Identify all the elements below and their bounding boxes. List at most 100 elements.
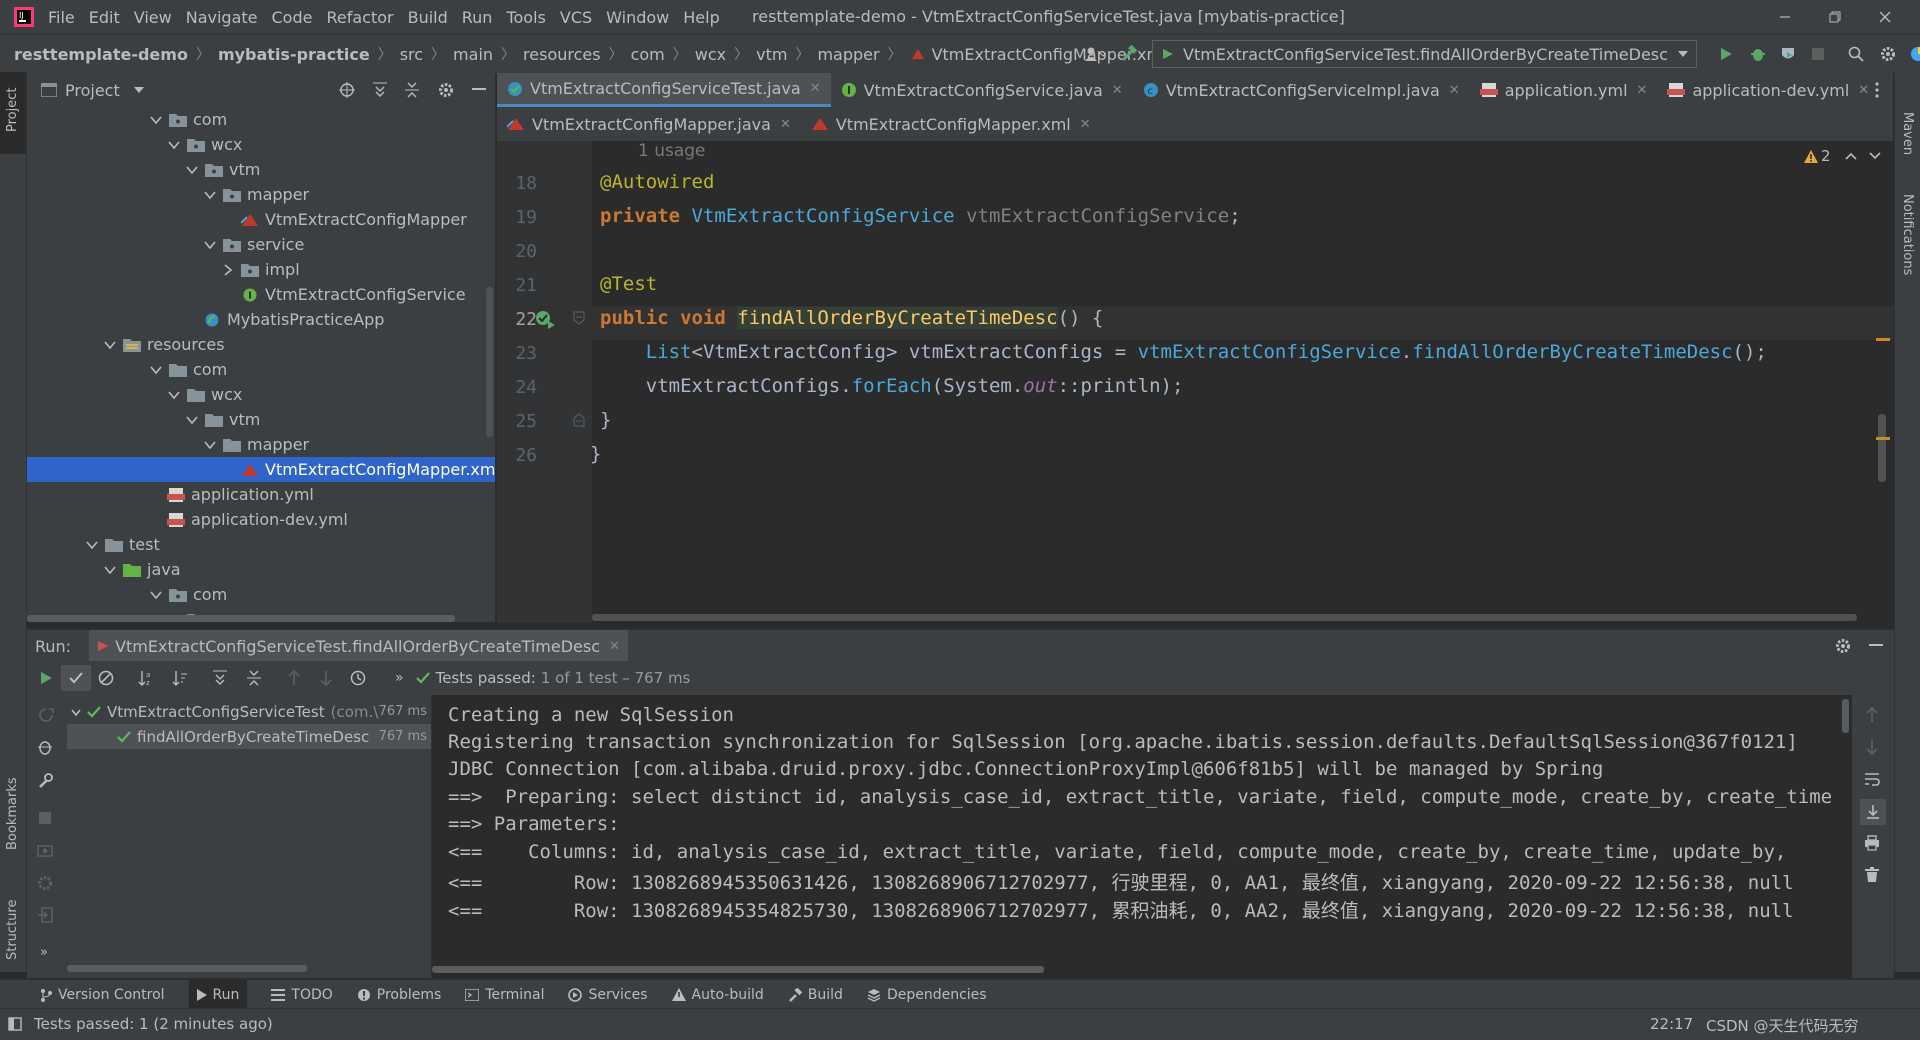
console-horizontal-scrollbar[interactable] [432, 966, 1044, 973]
project-view-dropdown-icon[interactable] [133, 86, 144, 94]
menu-edit[interactable]: Edit [89, 8, 120, 27]
chevron-down-icon[interactable] [103, 563, 117, 577]
breadcrumb-mapper[interactable]: mapper [817, 45, 879, 64]
tree-horizontal-scrollbar[interactable] [67, 965, 307, 972]
breadcrumb-project[interactable]: resttemplate-demo [14, 45, 188, 64]
tree-node-vtm[interactable]: vtm [27, 157, 495, 182]
toolwindow-run[interactable]: Run [188, 980, 248, 1009]
breadcrumb-resources[interactable]: resources [523, 45, 601, 64]
jetbrains-toolbox-icon[interactable] [1903, 46, 1920, 62]
console-vertical-scrollbar[interactable] [1842, 699, 1849, 733]
run-icon[interactable] [1709, 46, 1743, 62]
tree-node-app[interactable]: MybatisPracticeApp [27, 307, 495, 332]
menu-navigate[interactable]: Navigate [186, 8, 258, 27]
tree-node-mapper[interactable]: mapper [27, 182, 495, 207]
toggle-auto-test-icon[interactable] [37, 707, 55, 723]
chevron-down-icon[interactable] [149, 363, 163, 377]
close-tab-icon[interactable]: ✕ [780, 117, 791, 132]
tree-node-com-test[interactable]: com [27, 582, 495, 607]
chevron-down-icon[interactable] [149, 113, 163, 127]
tree-node-application-yml[interactable]: application.yml [27, 482, 495, 507]
tree-node-test[interactable]: test [27, 532, 495, 557]
collapse-all-icon[interactable] [237, 670, 271, 686]
restore-icon[interactable] [1810, 11, 1860, 23]
tree-node-mapper-res[interactable]: mapper [27, 432, 495, 457]
tree-node-com-res[interactable]: com [27, 357, 495, 382]
tab-service-test[interactable]: VtmExtractConfigServiceTest.java ✕ [497, 73, 831, 107]
more-tabs-icon[interactable] [1875, 82, 1879, 98]
wrench-icon[interactable] [37, 773, 53, 789]
tab-application-dev-yml[interactable]: application-dev.yml ✕ [1657, 73, 1879, 107]
fold-end-icon[interactable] [573, 413, 585, 427]
chevron-down-icon[interactable] [1868, 152, 1881, 160]
user-icon[interactable] [1078, 46, 1112, 62]
tree-node-impl[interactable]: impl [27, 257, 495, 282]
maven-tool-tab[interactable]: Maven [1900, 112, 1915, 155]
test-class-node[interactable]: VtmExtractConfigServiceTest (com.\ 767 m… [67, 699, 431, 724]
build-hammer-icon[interactable] [1112, 45, 1146, 63]
tree-node-resources[interactable]: resources [27, 332, 495, 357]
chevron-right-icon[interactable] [221, 263, 235, 277]
debug-icon[interactable] [37, 739, 53, 755]
menu-tools[interactable]: Tools [506, 8, 545, 27]
tree-node-wcx-res[interactable]: wcx [27, 382, 495, 407]
chevron-down-icon[interactable] [167, 138, 181, 152]
tree-node-wcx[interactable]: wcx [27, 132, 495, 157]
warning-stripe-marker[interactable] [1876, 437, 1890, 440]
menu-help[interactable]: Help [683, 8, 719, 27]
stop-icon[interactable] [38, 811, 52, 825]
chevron-down-icon[interactable] [103, 338, 117, 352]
tree-node-com[interactable]: com [27, 107, 495, 132]
chevron-down-icon[interactable] [185, 163, 199, 177]
status-message[interactable]: Tests passed: 1 (2 minutes ago) [34, 1015, 273, 1033]
close-tab-icon[interactable]: ✕ [1858, 83, 1869, 98]
settings-gear-icon[interactable] [1873, 46, 1903, 62]
tree-node-mapper-xml[interactable]: VtmExtractConfigMapper.xm [27, 457, 495, 482]
show-ignored-icon[interactable] [91, 670, 121, 686]
run-tab[interactable]: VtmExtractConfigServiceTest.findAllOrder… [89, 630, 628, 662]
expand-all-icon[interactable] [203, 670, 237, 686]
menu-build[interactable]: Build [408, 8, 448, 27]
tab-service-impl[interactable]: c VtmExtractConfigServiceImpl.java ✕ [1133, 73, 1470, 107]
chevron-down-icon[interactable] [203, 238, 217, 252]
menu-refactor[interactable]: Refactor [326, 8, 393, 27]
collapse-all-icon[interactable] [396, 82, 428, 98]
arrow-up-icon[interactable] [1865, 707, 1879, 723]
menu-window[interactable]: Window [606, 8, 669, 27]
tree-vertical-scrollbar[interactable] [486, 287, 493, 437]
soft-wrap-icon[interactable] [1864, 771, 1880, 787]
notifications-tool-tab[interactable]: Notifications [1900, 194, 1915, 275]
menu-view[interactable]: View [134, 8, 172, 27]
breadcrumb-main[interactable]: main [453, 45, 493, 64]
more-actions-icon[interactable]: » [395, 670, 404, 686]
warning-stripe-marker[interactable] [1876, 338, 1890, 341]
editor-vertical-scrollbar[interactable] [1878, 414, 1886, 482]
debug-icon[interactable] [1743, 46, 1773, 62]
chevron-down-icon[interactable] [70, 706, 82, 718]
close-tab-icon[interactable]: ✕ [1080, 117, 1091, 132]
run-config-selector[interactable]: VtmExtractConfigServiceTest.findAllOrder… [1152, 40, 1697, 68]
history-clock-icon[interactable] [341, 670, 375, 686]
menu-run[interactable]: Run [462, 8, 493, 27]
arrow-up-icon[interactable] [277, 670, 311, 686]
run-settings-gear-icon[interactable] [1835, 638, 1851, 654]
toolwindow-version-control[interactable]: Version Control [40, 987, 165, 1003]
breadcrumb-module[interactable]: mybatis-practice [218, 45, 370, 64]
trash-icon[interactable] [1865, 867, 1879, 883]
print-icon[interactable] [1864, 835, 1880, 851]
structure-tool-tab[interactable]: Structure [5, 900, 20, 960]
fold-icon[interactable] [573, 311, 585, 325]
project-settings-gear-icon[interactable] [428, 82, 464, 98]
tree-node-java[interactable]: java [27, 557, 495, 582]
toolwindow-build[interactable]: Build [788, 987, 843, 1003]
chevron-down-icon[interactable] [167, 388, 181, 402]
toolwindow-auto-build[interactable]: Auto-build [671, 987, 764, 1003]
usage-hint[interactable]: 1 usage [638, 141, 706, 161]
exit-icon[interactable] [37, 907, 53, 923]
locate-target-icon[interactable] [330, 82, 364, 98]
editor-horizontal-scrollbar[interactable] [592, 614, 1857, 621]
toolwindow-terminal[interactable]: Terminal [465, 987, 544, 1003]
menu-vcs[interactable]: VCS [560, 8, 592, 27]
close-tab-icon[interactable]: ✕ [1637, 83, 1648, 98]
minimize-icon[interactable] [1760, 11, 1810, 23]
